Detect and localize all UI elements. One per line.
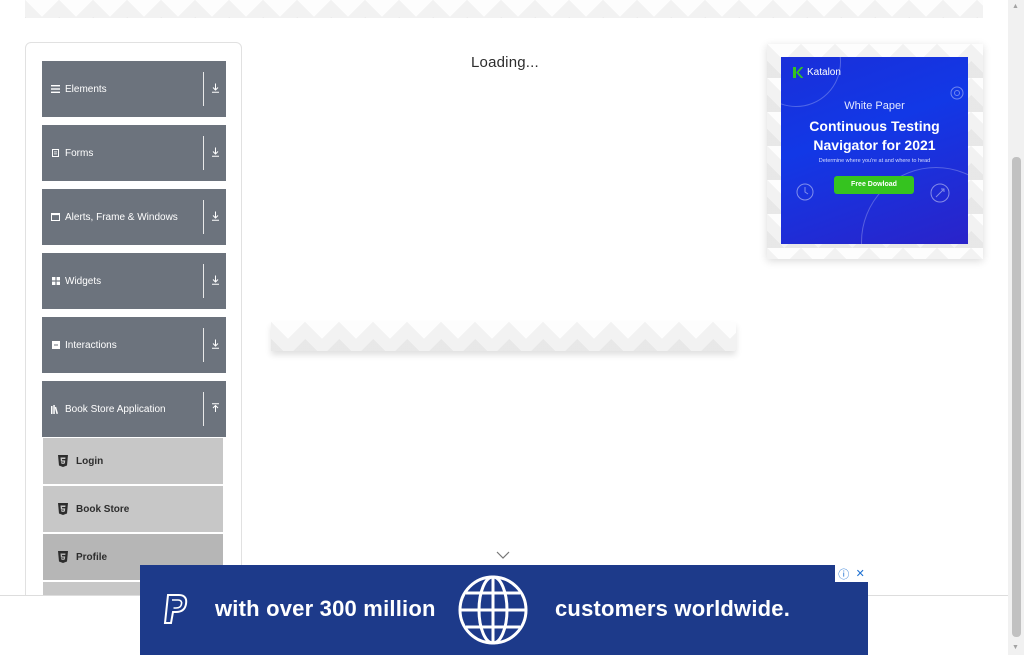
ad-text-left: with over 300 million: [215, 596, 436, 621]
paypal-ad[interactable]: with over 300 million customers worldwid…: [140, 565, 868, 655]
sidebar-group-label: Book Store Application: [65, 403, 166, 415]
sidebar-group-label: Widgets: [65, 275, 102, 287]
ad-subtitle: Determine where you're at and where to h…: [818, 158, 931, 164]
gear-icon: [950, 86, 964, 100]
hamburger-icon: [51, 85, 60, 94]
download-arrow-icon[interactable]: [204, 339, 226, 352]
html5-icon: [58, 551, 68, 563]
mid-ad-banner: [271, 322, 736, 351]
katalon-brand: Katalon: [807, 67, 841, 78]
html5-icon: [58, 503, 68, 515]
globe-icon: [458, 575, 528, 645]
grid-icon: [51, 277, 60, 286]
sidebar-group-forms[interactable]: Forms: [42, 125, 226, 181]
form-icon: [51, 149, 60, 158]
paypal-logo-icon: [163, 594, 188, 624]
katalon-logo: Katalon: [793, 67, 841, 78]
sidebar-group-label: Alerts, Frame & Windows: [65, 211, 178, 223]
sidebar-group-interactions[interactable]: Interactions: [42, 317, 226, 373]
download-arrow-icon[interactable]: [204, 147, 226, 160]
left-sidebar: Elements Forms Alerts, Frame & Windows W…: [25, 42, 242, 602]
upload-arrow-icon[interactable]: [204, 402, 226, 416]
top-ad-banner: [25, 0, 983, 18]
html5-icon: [58, 455, 68, 467]
sidebar-item-login[interactable]: Login: [43, 438, 223, 484]
window-icon: [51, 213, 60, 222]
sidebar-item-label: Login: [76, 455, 104, 467]
scrollbar-thumb[interactable]: [1012, 157, 1021, 637]
interaction-icon: [51, 341, 60, 350]
clock-icon: [796, 183, 814, 201]
ad-text-right: customers worldwide.: [555, 596, 791, 621]
katalon-k-icon: [793, 67, 803, 78]
katalon-ad[interactable]: Katalon White Paper Continuous Testing N…: [781, 57, 968, 244]
download-arrow-icon[interactable]: [204, 83, 226, 96]
ad-kicker: White Paper: [844, 100, 905, 112]
download-arrow-icon[interactable]: [204, 275, 226, 288]
free-download-button[interactable]: Free Dowload: [834, 176, 914, 194]
vertical-scrollbar[interactable]: ▲ ▼: [1008, 0, 1024, 655]
download-arrow-icon[interactable]: [204, 211, 226, 224]
ad-title-line2: Navigator for 2021: [813, 137, 936, 153]
scroll-up-icon[interactable]: ▲: [1012, 3, 1019, 10]
ad-title-line1: Continuous Testing: [809, 118, 940, 134]
adchoices-badge[interactable]: ⓘ ✕: [835, 565, 868, 582]
sidebar-group-label: Elements: [65, 83, 107, 95]
loading-text: Loading...: [471, 54, 539, 71]
sidebar-group-elements[interactable]: Elements: [42, 61, 226, 117]
chevron-down-icon[interactable]: [496, 551, 510, 559]
sidebar-group-label: Interactions: [65, 339, 117, 351]
rocket-icon: [930, 183, 950, 203]
sidebar-group-widgets[interactable]: Widgets: [42, 253, 226, 309]
sidebar-group-label: Forms: [65, 147, 94, 159]
sidebar-group-book-store-application[interactable]: Book Store Application: [42, 381, 226, 437]
info-icon[interactable]: ⓘ: [838, 566, 849, 582]
sidebar-group-alerts-frame-windows[interactable]: Alerts, Frame & Windows: [42, 189, 226, 245]
sidebar-item-label: Book Store: [76, 503, 130, 515]
scroll-down-icon[interactable]: ▼: [1012, 644, 1019, 651]
sidebar-item-label: Profile: [76, 551, 108, 563]
books-icon: [51, 404, 60, 414]
sidebar-item-book-store[interactable]: Book Store: [43, 486, 223, 532]
ad-title: Continuous Testing Navigator for 2021: [781, 117, 968, 155]
close-icon[interactable]: ✕: [856, 567, 865, 580]
